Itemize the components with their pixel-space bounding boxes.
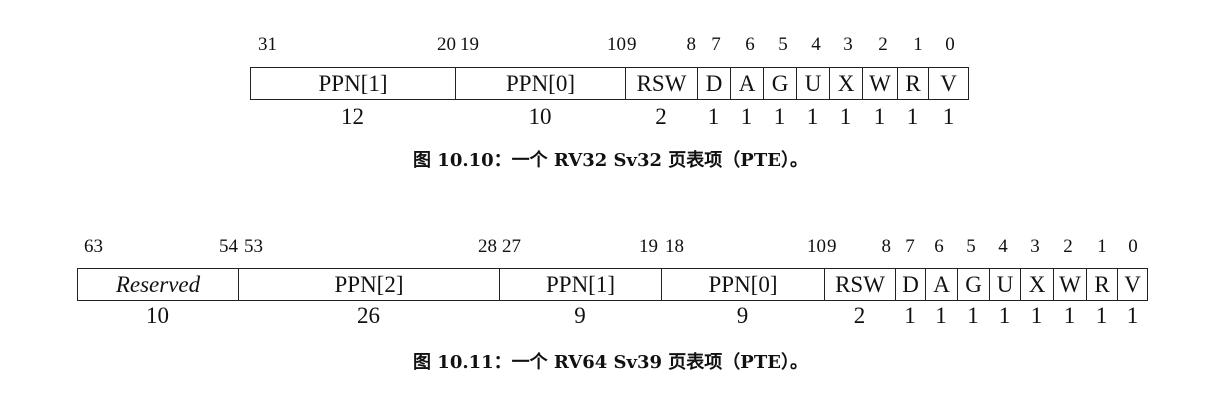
field-d: D <box>896 269 926 300</box>
field-w: W <box>863 68 898 99</box>
bit-label: 3 <box>843 34 853 55</box>
field-g: G <box>958 269 990 300</box>
field-ppn0: PPN[0] <box>456 68 626 99</box>
field-a: A <box>926 269 958 300</box>
field-v: V <box>1124 272 1141 297</box>
width-label: 1 <box>998 303 1011 328</box>
bit-label: 6 <box>934 236 944 257</box>
bit-label: 2 <box>878 34 888 55</box>
width-label: 1 <box>906 104 919 129</box>
field-v: V <box>940 71 957 96</box>
field-u: U <box>990 269 1021 300</box>
width-label: 1 <box>1063 303 1076 328</box>
width-label: 9 <box>574 303 586 328</box>
field-r: R <box>1087 269 1118 300</box>
width-label: 1 <box>942 104 955 129</box>
bit-label: 28 <box>478 236 497 257</box>
sv32-field-widths: 12 10 2 1 1 1 1 1 1 1 1 <box>0 104 1221 130</box>
bit-label: 0 <box>1128 236 1138 257</box>
width-label: 12 <box>341 104 364 129</box>
field-r: R <box>898 68 929 99</box>
sv32-pte-row: PPN[1] PPN[0] RSW D A G U X W R V <box>250 67 969 100</box>
bit-label: 4 <box>998 236 1008 257</box>
figure-caption-sv32: 图 10.10：一个 RV32 Sv32 页表项（PTE）。 <box>413 150 808 171</box>
width-label: 1 <box>773 104 786 129</box>
bit-label: 9 <box>827 236 837 257</box>
field-reserved: Reserved <box>78 269 239 300</box>
bit-label: 8 <box>881 236 892 257</box>
bit-label: 7 <box>905 236 915 257</box>
field-ppn2: PPN[2] <box>239 269 500 300</box>
bit-label: 7 <box>711 34 721 55</box>
width-label: 9 <box>736 303 749 328</box>
sv39-pte-row: Reserved PPN[2] PPN[1] PPN[0] RSW D A G … <box>77 268 1148 301</box>
bit-label: 19 <box>460 34 479 55</box>
field-u: U <box>797 68 830 99</box>
width-label: 1 <box>935 303 947 328</box>
width-label: 1 <box>707 104 720 129</box>
bit-label: 53 <box>244 236 263 257</box>
bit-label: 1 <box>913 34 923 55</box>
width-label: 1 <box>1126 303 1139 328</box>
width-label: 10 <box>146 303 169 328</box>
bit-label: 2 <box>1063 236 1073 257</box>
bit-label: 0 <box>945 34 955 55</box>
bit-label: 27 <box>502 236 521 257</box>
bit-label: 9 <box>627 34 637 55</box>
sv32-bit-labels: 31 20 19 10 9 8 7 6 5 4 3 2 1 0 <box>0 34 1221 60</box>
bit-label: 3 <box>1030 236 1040 257</box>
bit-label: 19 <box>639 236 658 257</box>
field-rsw: RSW <box>626 68 698 99</box>
field-rsw: RSW <box>825 269 896 300</box>
width-label: 10 <box>528 104 552 129</box>
bit-label: 20 <box>437 34 456 55</box>
width-label: 2 <box>853 303 866 328</box>
field-d: D <box>698 68 731 99</box>
bit-label: 10 <box>807 236 826 257</box>
width-label: 1 <box>740 104 753 129</box>
bit-label: 5 <box>778 34 788 55</box>
width-label: 1 <box>873 104 886 129</box>
field-ppn0: PPN[0] <box>662 269 825 300</box>
bit-label: 1 <box>1097 236 1107 257</box>
field-ppn1: PPN[1] <box>500 269 662 300</box>
bit-label: 6 <box>745 34 755 55</box>
field-g: G <box>764 68 797 99</box>
width-label: 1 <box>839 104 852 129</box>
bit-label: 10 <box>607 34 626 55</box>
width-label: 2 <box>655 104 667 129</box>
width-label: 1 <box>1095 303 1108 328</box>
width-label: 1 <box>904 303 916 328</box>
field-ppn1: PPN[1] <box>251 68 456 99</box>
width-label: 1 <box>1030 303 1043 328</box>
figure-caption-sv39: 图 10.11：一个 RV64 Sv39 页表项（PTE）。 <box>413 352 808 373</box>
field-x: X <box>1021 269 1054 300</box>
width-label: 26 <box>357 303 380 328</box>
sv39-field-widths: 10 26 9 9 2 1 1 1 1 1 1 1 1 <box>0 303 1221 329</box>
field-a: A <box>731 68 764 99</box>
width-label: 1 <box>806 104 819 129</box>
bit-label: 5 <box>966 236 976 257</box>
field-x: X <box>830 68 863 99</box>
bit-label: 18 <box>665 236 684 257</box>
width-label: 1 <box>967 303 979 328</box>
bit-label: 8 <box>686 34 697 55</box>
field-w: W <box>1054 269 1087 300</box>
bit-label: 4 <box>811 34 821 55</box>
pte-figures: 31 20 19 10 9 8 7 6 5 4 3 2 1 0 PPN[1] P… <box>0 0 1221 406</box>
bit-label: 31 <box>258 34 277 55</box>
sv39-bit-labels: 63 54 53 28 27 19 18 10 9 8 7 6 5 4 3 2 … <box>0 236 1221 262</box>
bit-label: 63 <box>84 236 103 257</box>
bit-label: 54 <box>219 236 238 257</box>
